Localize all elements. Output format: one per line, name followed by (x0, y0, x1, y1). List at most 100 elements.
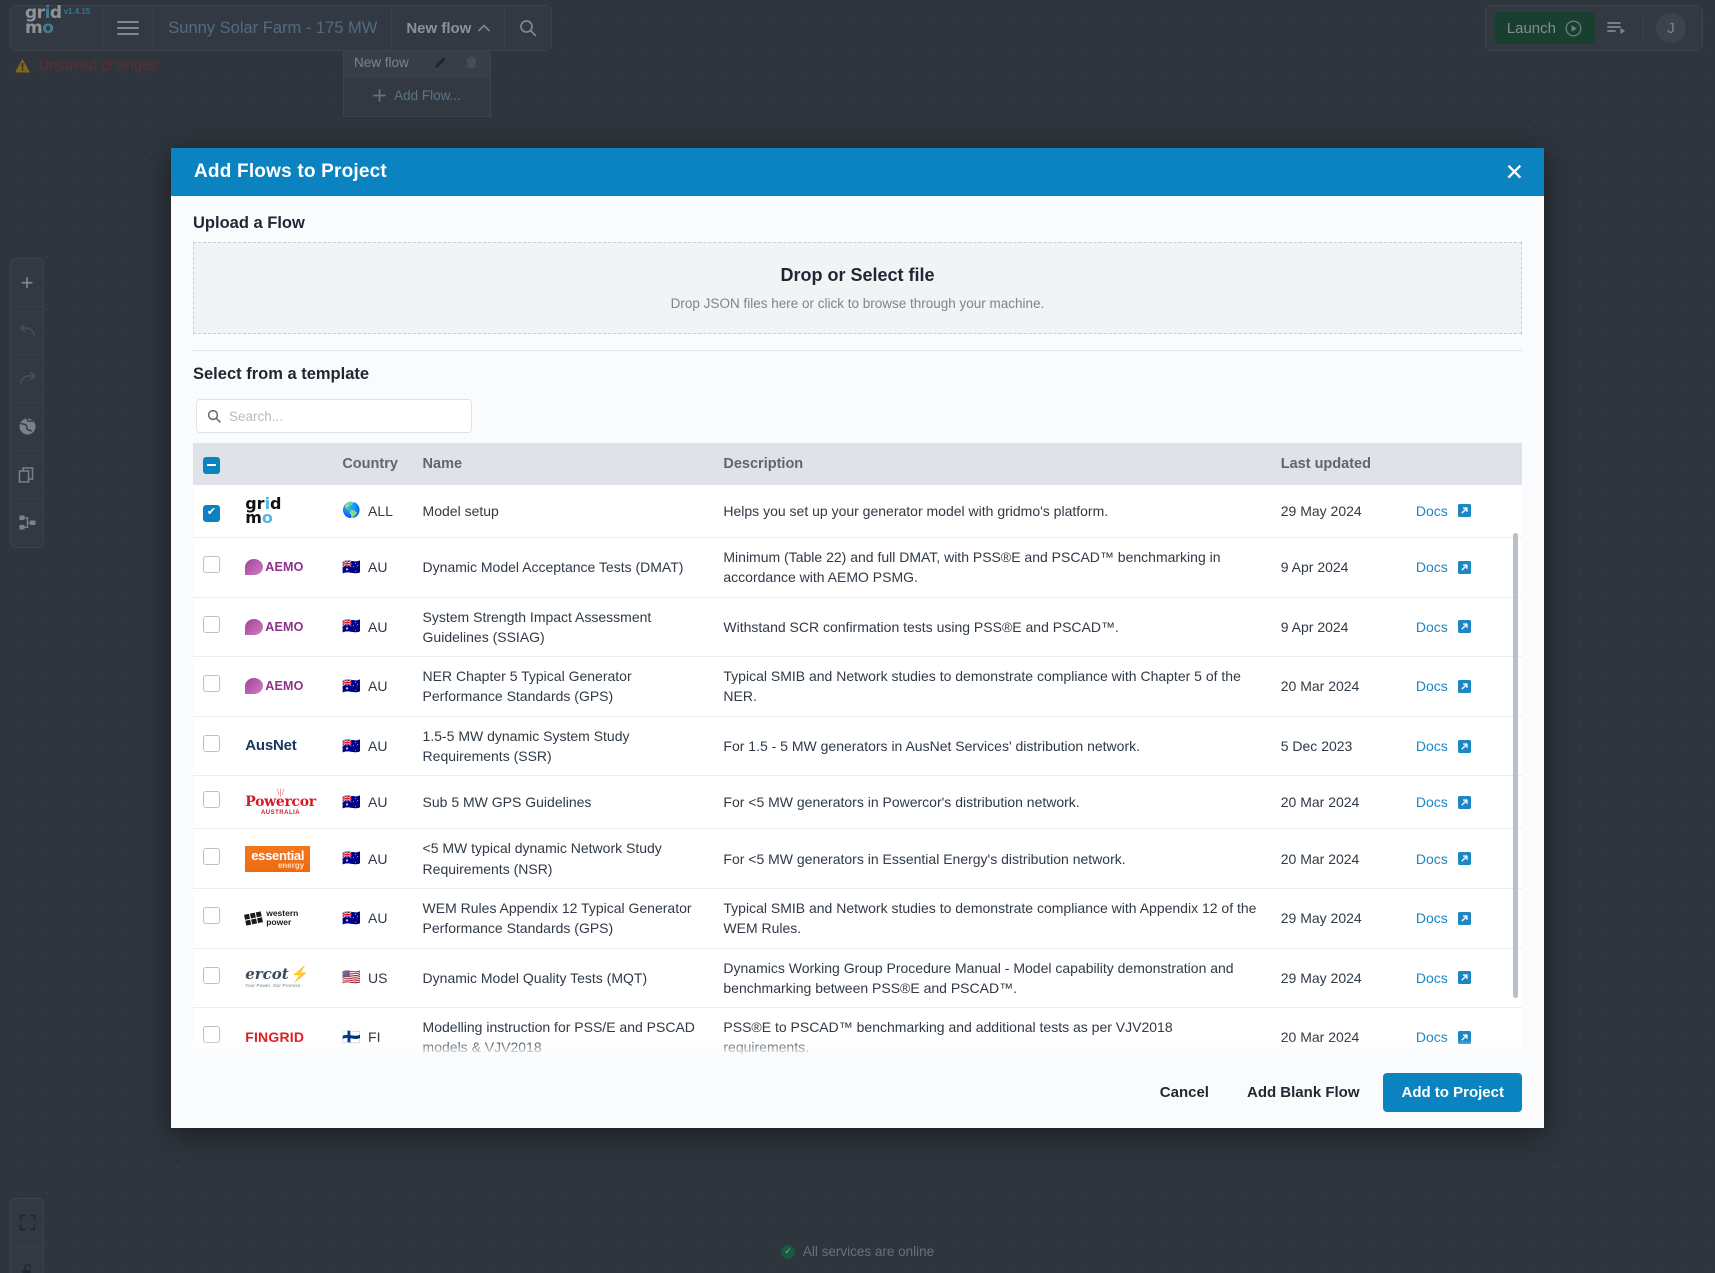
external-link-icon[interactable] (1457, 1030, 1472, 1045)
row-description-cell: For <5 MW generators in Essential Energy… (713, 828, 1271, 889)
country-flag-icon: 🇦🇺 (342, 909, 362, 927)
row-docs-cell: Docs (1405, 597, 1522, 658)
row-checkbox[interactable] (203, 556, 220, 574)
row-last-updated-cell: 29 May 2024 (1270, 948, 1406, 1009)
brand-logo-powercor-icon: \|/Powercor AUSTRALIA (245, 786, 316, 816)
brand-logo-gridmo-icon: grid mo (245, 494, 282, 527)
table-scrollbar-thumb[interactable] (1513, 533, 1518, 998)
last-updated-header: Last updated (1270, 443, 1406, 485)
table-scrollbar-track[interactable] (1513, 485, 1520, 1056)
row-select-cell (193, 716, 236, 777)
external-link-icon[interactable] (1457, 970, 1472, 985)
template-search-box[interactable] (196, 399, 472, 433)
docs-link[interactable]: Docs (1416, 617, 1448, 637)
country-code: AU (368, 678, 388, 695)
country-flag-icon: 🇦🇺 (342, 618, 362, 636)
external-link-icon[interactable] (1457, 795, 1472, 810)
row-checkbox[interactable] (203, 847, 220, 865)
row-checkbox[interactable] (203, 791, 220, 809)
external-link-icon[interactable] (1457, 503, 1472, 518)
select-all-checkbox[interactable] (203, 456, 220, 474)
row-checkbox[interactable] (203, 615, 220, 633)
row-checkbox[interactable] (203, 675, 220, 693)
row-select-cell (193, 775, 236, 830)
docs-link[interactable]: Docs (1416, 908, 1448, 928)
table-header: Country Name Description Last updated (193, 443, 1522, 485)
brand-logo-aemo-icon: AEMO (245, 550, 322, 584)
docs-link[interactable]: Docs (1416, 557, 1448, 577)
row-checkbox[interactable] (203, 734, 220, 752)
row-docs-cell: Docs (1405, 828, 1522, 889)
docs-link[interactable]: Docs (1416, 676, 1448, 696)
row-docs-cell: Docs (1405, 888, 1522, 949)
country-code: AU (368, 618, 388, 635)
table-row[interactable]: ercot ⚡ Your Power. Our Promise. 🇺🇸 US Dynami… (193, 948, 1522, 1009)
row-checkbox[interactable] (203, 1026, 220, 1044)
row-select-cell (193, 1007, 236, 1056)
row-country-cell: 🇫🇮 FI (332, 1007, 413, 1056)
file-dropzone[interactable]: Drop or Select file Drop JSON files here… (193, 242, 1522, 334)
external-link-icon[interactable] (1457, 911, 1472, 926)
table-row[interactable]: \|/Powercor AUSTRALIA 🇦🇺 AU Sub 5 MW GPS Gui… (193, 775, 1522, 830)
row-country-cell: 🇦🇺 AU (332, 597, 413, 658)
country-code: ALL (368, 502, 393, 519)
row-description-cell: Dynamics Working Group Procedure Manual … (713, 948, 1271, 1009)
add-blank-flow-button[interactable]: Add Blank Flow (1233, 1075, 1374, 1110)
docs-link[interactable]: Docs (1416, 501, 1448, 521)
row-country-cell: 🇺🇸 US (332, 948, 413, 1009)
docs-link[interactable]: Docs (1416, 1027, 1448, 1047)
row-description-cell: Typical SMIB and Network studies to demo… (713, 656, 1271, 717)
external-link-icon[interactable] (1457, 679, 1472, 694)
row-docs-cell: Docs (1405, 656, 1522, 717)
external-link-icon[interactable] (1457, 560, 1472, 575)
row-description-cell: PSS®E to PSCAD™ benchmarking and additio… (713, 1007, 1271, 1056)
row-docs-cell: Docs (1405, 716, 1522, 777)
row-checkbox[interactable] (203, 907, 220, 925)
external-link-icon[interactable] (1457, 619, 1472, 634)
row-last-updated-cell: 20 Mar 2024 (1270, 828, 1406, 889)
table-row[interactable]: AEMO 🇦🇺 AU System Strength Impact Assessmen… (193, 597, 1522, 658)
row-checkbox[interactable] (203, 966, 220, 984)
table-row[interactable]: ✔ grid mo 🌎 ALL Model setup Helps you set up y… (193, 485, 1522, 538)
add-flows-modal: Add Flows to Project ✕ Upload a Flow Dro… (171, 148, 1544, 1128)
country-flag-icon: 🇦🇺 (342, 558, 362, 576)
modal-title: Add Flows to Project (194, 161, 387, 182)
country-code: AU (368, 559, 388, 576)
cancel-button[interactable]: Cancel (1146, 1075, 1223, 1110)
country-flag-icon: 🇦🇺 (342, 737, 362, 755)
close-icon[interactable]: ✕ (1505, 160, 1524, 184)
table-row[interactable]: essential energy 🇦🇺 AU <5 MW typical dynamic… (193, 828, 1522, 889)
country-code: AU (368, 910, 388, 927)
country-flag-icon: 🇦🇺 (342, 850, 362, 868)
row-checkbox[interactable]: ✔ (203, 504, 220, 522)
row-country-cell: 🇦🇺 AU (332, 716, 413, 777)
country-code: AU (368, 850, 388, 867)
docs-link[interactable]: Docs (1416, 968, 1448, 988)
table-row[interactable]: FINGRID 🇫🇮 FI Modelling instruction for PSS… (193, 1007, 1522, 1056)
row-last-updated-cell: 9 Apr 2024 (1270, 597, 1406, 658)
brand-logo-ercot-icon: ercot ⚡ Your Power. Our Promise. (245, 965, 310, 989)
dropzone-subtitle: Drop JSON files here or click to browse … (670, 296, 1045, 311)
row-country-cell: 🇦🇺 AU (332, 656, 413, 717)
row-select-cell (193, 888, 236, 949)
row-name-cell: Sub 5 MW GPS Guidelines (412, 775, 714, 830)
templates-table: Country Name Description Last updated ✔ g… (193, 443, 1522, 1056)
modal-header: Add Flows to Project ✕ (171, 148, 1544, 196)
table-row[interactable]: AEMO 🇦🇺 AU Dynamic Model Acceptance Tests (… (193, 537, 1522, 598)
add-to-project-button[interactable]: Add to Project (1383, 1072, 1522, 1112)
docs-link[interactable]: Docs (1416, 792, 1448, 812)
table-row[interactable]: AEMO 🇦🇺 AU NER Chapter 5 Typical Generator … (193, 656, 1522, 717)
select-all-header (193, 443, 236, 485)
external-link-icon[interactable] (1457, 739, 1472, 754)
docs-link[interactable]: Docs (1416, 736, 1448, 756)
row-country-cell: 🇦🇺 AU (332, 537, 413, 598)
row-brand-logo-cell: western power (235, 888, 333, 949)
table-row[interactable]: AusNet 🇦🇺 AU 1.5-5 MW dynamic System Study … (193, 716, 1522, 777)
row-docs-cell: Docs (1405, 485, 1522, 538)
search-input[interactable] (229, 408, 461, 424)
table-row[interactable]: western power 🇦🇺 AU WEM Rules Appendix 12 Ty… (193, 888, 1522, 949)
row-select-cell (193, 537, 236, 598)
docs-link[interactable]: Docs (1416, 849, 1448, 869)
row-last-updated-cell: 20 Mar 2024 (1270, 656, 1406, 717)
external-link-icon[interactable] (1457, 851, 1472, 866)
